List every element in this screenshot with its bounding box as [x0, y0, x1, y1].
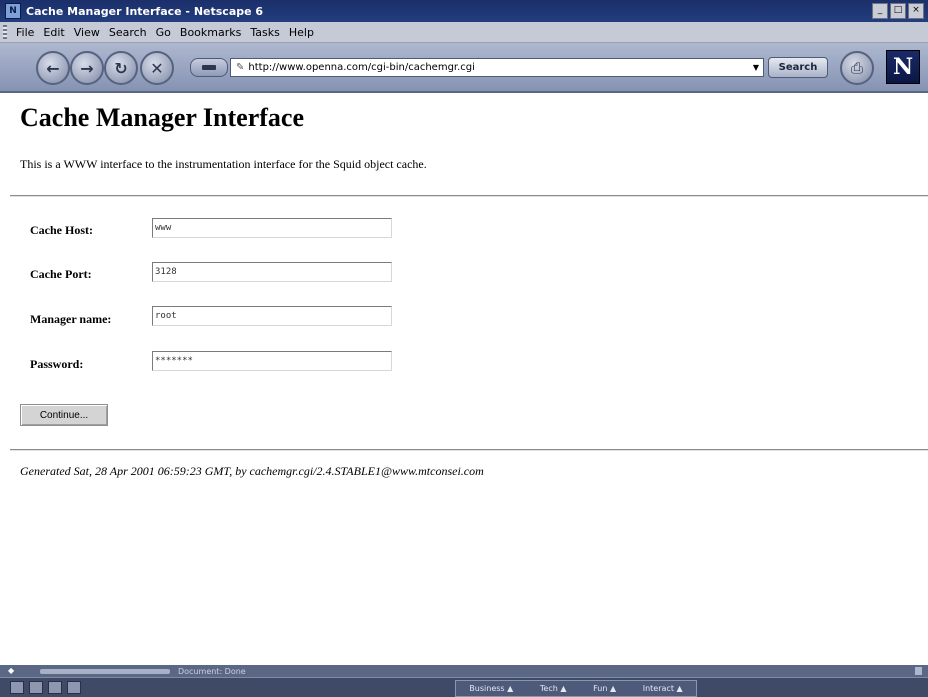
mail-icon[interactable]	[29, 681, 43, 694]
arrow-right-icon: →	[80, 58, 94, 78]
component-bar: Business ▲ Tech ▲ Fun ▲ Interact ▲	[0, 677, 928, 697]
progress-bar	[40, 668, 170, 674]
cache-port-input[interactable]	[152, 262, 392, 282]
window-controls: _ □ ×	[872, 3, 924, 19]
menu-go[interactable]: Go	[156, 26, 171, 39]
back-button[interactable]: ←	[36, 51, 70, 85]
home-button[interactable]	[190, 58, 228, 77]
menu-file[interactable]: File	[16, 26, 34, 39]
intro-text: This is a WWW interface to the instrumen…	[20, 157, 427, 171]
password-input[interactable]	[152, 351, 392, 371]
page-proxy-icon: ✎	[236, 62, 245, 73]
cache-host-label: Cache Host:	[30, 223, 93, 237]
menu-help[interactable]: Help	[289, 26, 314, 39]
tab-fun[interactable]: Fun ▲	[593, 684, 616, 693]
status-grip-icon[interactable]: ◆	[8, 667, 22, 675]
url-text[interactable]: http://www.openna.com/cgi-bin/cachemgr.c…	[248, 62, 475, 73]
menu-search[interactable]: Search	[109, 26, 147, 39]
menu-bar: File Edit View Search Go Bookmarks Tasks…	[0, 22, 928, 43]
menu-view[interactable]: View	[74, 26, 100, 39]
status-bar: ◆ Document: Done	[0, 665, 928, 677]
toolbar-grip[interactable]	[3, 25, 7, 39]
window-title: Cache Manager Interface - Netscape 6	[26, 4, 264, 18]
composer-icon[interactable]	[48, 681, 62, 694]
page-title: Cache Manager Interface	[20, 103, 304, 132]
browser-window: N Cache Manager Interface - Netscape 6 _…	[0, 0, 928, 697]
status-text: Document: Done	[178, 666, 246, 676]
maximize-button[interactable]: □	[890, 3, 906, 19]
manager-name-input[interactable]	[152, 306, 392, 326]
security-lock-icon[interactable]	[915, 667, 922, 675]
address-book-icon[interactable]	[67, 681, 81, 694]
cache-port-label: Cache Port:	[30, 267, 92, 281]
title-bar: N Cache Manager Interface - Netscape 6 _…	[0, 0, 928, 22]
component-icons	[10, 681, 81, 694]
url-dropdown-icon[interactable]: ▼	[753, 63, 759, 72]
forward-button[interactable]: →	[70, 51, 104, 85]
stop-icon: ✕	[150, 58, 164, 78]
manager-name-label: Manager name:	[30, 312, 112, 326]
password-label: Password:	[30, 357, 84, 371]
page-content: Cache Manager Interface This is a WWW in…	[0, 93, 928, 665]
menu-tasks[interactable]: Tasks	[250, 26, 279, 39]
tab-interact[interactable]: Interact ▲	[643, 684, 683, 693]
navigation-toolbar: ← → ↻ ✕ ✎ http://www.openna.com/cgi-bin/…	[0, 43, 928, 93]
menu-edit[interactable]: Edit	[43, 26, 64, 39]
url-bar[interactable]: ✎ http://www.openna.com/cgi-bin/cachemgr…	[230, 58, 764, 77]
navigator-icon[interactable]	[10, 681, 24, 694]
divider	[10, 195, 928, 197]
divider	[10, 449, 928, 451]
netscape-logo[interactable]: N	[886, 50, 920, 84]
close-button[interactable]: ×	[908, 3, 924, 19]
reload-button[interactable]: ↻	[104, 51, 138, 85]
netscape-app-icon: N	[5, 3, 21, 19]
my-sidebar-tabs: Business ▲ Tech ▲ Fun ▲ Interact ▲	[455, 680, 697, 697]
menu-bookmarks[interactable]: Bookmarks	[180, 26, 241, 39]
print-icon[interactable]: ⎙	[840, 51, 874, 85]
cache-host-input[interactable]	[152, 218, 392, 238]
stop-button[interactable]: ✕	[140, 51, 174, 85]
continue-button[interactable]: Continue...	[20, 404, 108, 426]
generated-footer: Generated Sat, 28 Apr 2001 06:59:23 GMT,…	[20, 464, 484, 478]
arrow-left-icon: ←	[46, 58, 60, 78]
tab-business[interactable]: Business ▲	[469, 684, 513, 693]
minimize-button[interactable]: _	[872, 3, 888, 19]
reload-icon: ↻	[114, 58, 128, 78]
search-button[interactable]: Search	[768, 57, 828, 78]
tab-tech[interactable]: Tech ▲	[540, 684, 567, 693]
